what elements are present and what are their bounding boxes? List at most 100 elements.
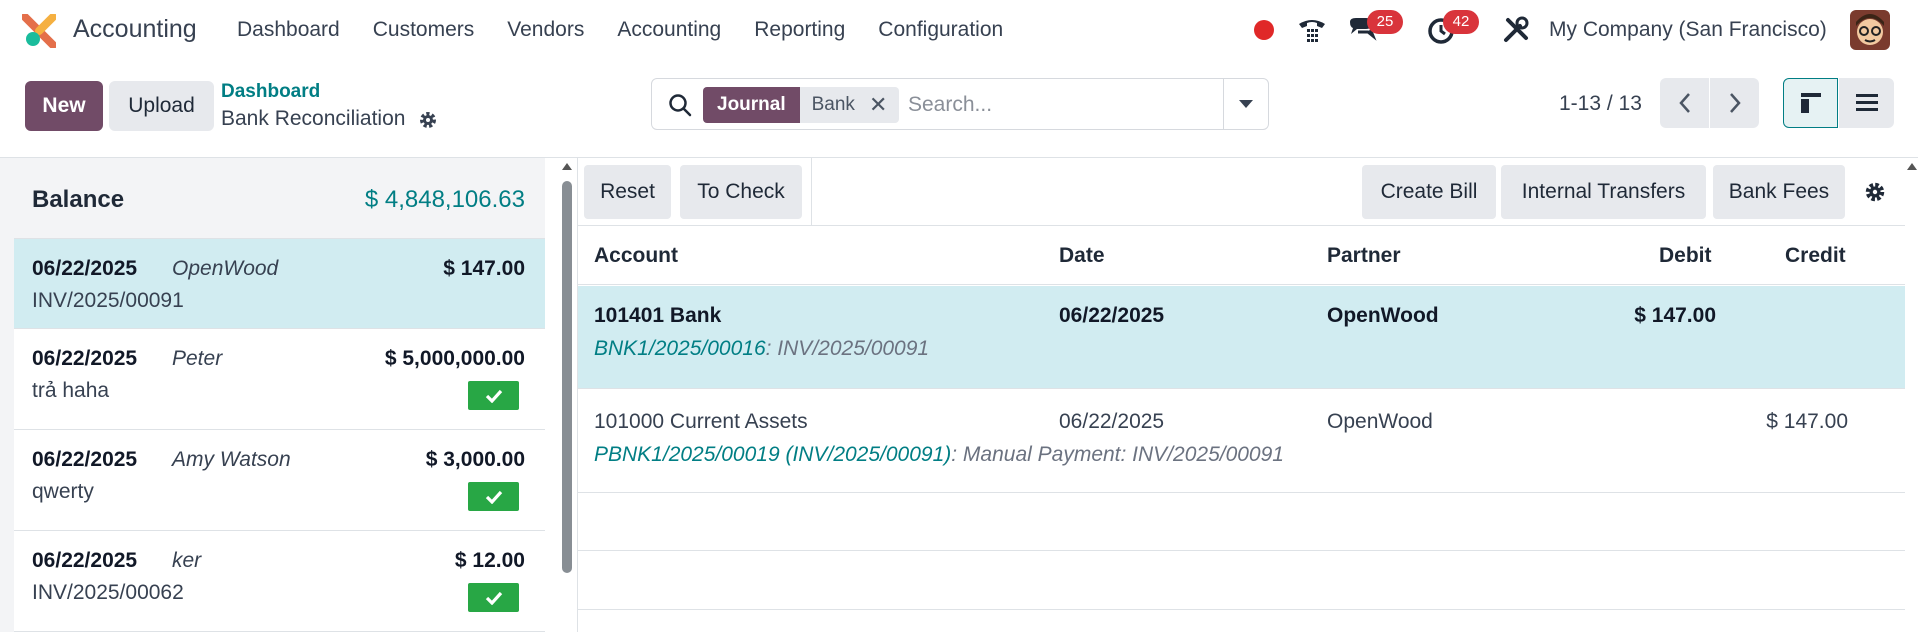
column-account[interactable]: Account: [594, 244, 678, 268]
pager-value[interactable]: 1-13 / 13: [1559, 92, 1642, 116]
action-gear-icon[interactable]: [418, 110, 438, 130]
line-amount: $ 12.00: [454, 549, 525, 572]
row-description: BNK1/2025/00016: INV/2025/00091: [594, 337, 929, 361]
menu-item-customers[interactable]: Customers: [373, 18, 475, 42]
statement-line-card[interactable]: 06/22/2025 Peter $ 5,000,000.00 trả haha: [14, 329, 545, 430]
column-date[interactable]: Date: [1059, 244, 1105, 268]
statement-line-card[interactable]: 06/22/2025 OpenWood $ 147.00 INV/2025/00…: [14, 238, 545, 329]
line-date: 06/22/2025: [32, 347, 138, 370]
line-partner: ker: [172, 549, 202, 572]
row-partner: OpenWood: [1327, 304, 1439, 327]
upload-button[interactable]: Upload: [109, 81, 214, 131]
balance-amount: $ 4,848,106.63: [364, 186, 525, 213]
statement-lines-panel: Balance $ 4,848,106.63 06/22/2025 OpenWo…: [0, 158, 545, 632]
line-partner: Amy Watson: [172, 448, 291, 471]
scroll-up-arrow-icon[interactable]: [1907, 163, 1917, 170]
statement-lines-list: 06/22/2025 OpenWood $ 147.00 INV/2025/00…: [14, 238, 545, 632]
menu-item-vendors[interactable]: Vendors: [507, 18, 584, 42]
menu-item-accounting[interactable]: Accounting: [617, 18, 721, 42]
toolbar-divider: [811, 158, 812, 226]
column-credit[interactable]: Credit: [1785, 244, 1846, 268]
messages-badge: 25: [1367, 10, 1403, 34]
reconciled-check-icon: [468, 381, 519, 410]
row-move-link[interactable]: PBNK1/2025/00019 (INV/2025/00091): [594, 443, 951, 466]
search-facet-journal: Journal Bank ✕: [703, 87, 900, 123]
column-debit[interactable]: Debit: [1659, 244, 1712, 268]
new-button[interactable]: New: [25, 81, 103, 131]
app-name[interactable]: Accounting: [73, 15, 197, 44]
chevron-down-icon: [1239, 100, 1253, 108]
reconciled-check-icon: [468, 482, 519, 511]
line-amount: $ 3,000.00: [425, 448, 525, 471]
main-menu: Dashboard Customers Vendors Accounting R…: [237, 18, 1036, 42]
row-note: : Manual Payment: INV/2025/00091: [951, 443, 1284, 466]
chevron-right-icon: [1729, 93, 1741, 113]
accounting-app-icon[interactable]: [22, 14, 56, 48]
internal-transfers-button[interactable]: Internal Transfers: [1501, 165, 1706, 219]
line-partner: Peter: [172, 347, 223, 370]
kanban-icon: [1800, 93, 1821, 113]
phone-icon[interactable]: [1296, 14, 1328, 46]
statement-line-card[interactable]: 06/22/2025 Amy Watson $ 3,000.00 qwerty: [14, 430, 545, 531]
search-options-toggle[interactable]: [1223, 79, 1268, 129]
pager-next-button[interactable]: [1710, 78, 1759, 128]
menu-item-configuration[interactable]: Configuration: [878, 18, 1003, 42]
reconcile-toolbar: Reset To Check Create Bill Internal Tran…: [578, 158, 1905, 226]
page-title: Bank Reconciliation: [221, 107, 406, 130]
row-date: 06/22/2025: [1059, 410, 1165, 433]
search-bar: Journal Bank ✕: [651, 78, 1269, 130]
statement-line-card[interactable]: 06/22/2025 ker $ 12.00 INV/2025/00062: [14, 531, 545, 632]
search-icon[interactable]: [667, 92, 693, 118]
row-credit: $ 147.00: [1766, 410, 1848, 433]
company-switcher[interactable]: My Company (San Francisco): [1549, 18, 1827, 42]
facet-value-text: Bank: [811, 94, 855, 115]
right-panel-scrollbar[interactable]: [1904, 158, 1918, 632]
line-amount: $ 147.00: [443, 257, 525, 280]
balance-label: Balance: [32, 186, 125, 213]
list-icon: [1855, 94, 1878, 111]
breadcrumb-dashboard[interactable]: Dashboard: [221, 81, 320, 103]
create-bill-button[interactable]: Create Bill: [1362, 165, 1496, 219]
line-amount: $ 5,000,000.00: [384, 347, 525, 370]
scroll-thumb[interactable]: [562, 181, 572, 573]
list-view-button[interactable]: [1839, 78, 1894, 128]
scroll-up-arrow-icon[interactable]: [562, 163, 572, 170]
facet-close-icon[interactable]: ✕: [869, 87, 887, 123]
column-partner[interactable]: Partner: [1327, 244, 1401, 268]
row-account: 101401 Bank: [594, 304, 722, 327]
empty-table-row: [578, 493, 1905, 551]
table-row[interactable]: 101000 Current Assets 06/22/2025 OpenWoo…: [578, 389, 1905, 493]
line-partner: OpenWood: [172, 257, 279, 280]
table-header: Account Date Partner Debit Credit: [578, 226, 1905, 285]
row-date: 06/22/2025: [1059, 304, 1165, 327]
search-input[interactable]: [908, 91, 1208, 119]
to-check-button[interactable]: To Check: [680, 165, 802, 219]
settings-gear-icon[interactable]: [1864, 181, 1886, 203]
row-move-link[interactable]: BNK1/2025/00016: [594, 337, 766, 360]
facet-label: Journal: [703, 87, 800, 123]
activities-badge: 42: [1443, 10, 1479, 34]
row-note: : INV/2025/00091: [765, 337, 930, 360]
menu-item-dashboard[interactable]: Dashboard: [237, 18, 340, 42]
row-account: 101000 Current Assets: [594, 410, 808, 433]
line-date: 06/22/2025: [32, 448, 138, 471]
reset-button[interactable]: Reset: [584, 165, 671, 219]
line-reference: trả haha: [32, 379, 110, 402]
facet-value: Bank ✕: [799, 87, 900, 123]
bank-fees-button[interactable]: Bank Fees: [1713, 165, 1845, 219]
line-date: 06/22/2025: [32, 257, 138, 280]
left-panel-scrollbar[interactable]: [560, 158, 573, 632]
table-row[interactable]: 101401 Bank 06/22/2025 OpenWood $ 147.00…: [578, 286, 1905, 389]
top-navbar: Accounting Dashboard Customers Vendors A…: [0, 0, 1918, 62]
recording-indicator-icon[interactable]: [1254, 20, 1274, 40]
debug-tools-icon[interactable]: [1500, 14, 1532, 46]
menu-item-reporting[interactable]: Reporting: [754, 18, 845, 42]
row-description: PBNK1/2025/00019 (INV/2025/00091): Manua…: [594, 443, 1284, 467]
empty-table-row: [578, 551, 1905, 610]
line-reference: qwerty: [32, 480, 94, 503]
user-avatar[interactable]: [1850, 10, 1890, 50]
row-partner: OpenWood: [1327, 410, 1433, 433]
reconciliation-panel: Reset To Check Create Bill Internal Tran…: [577, 158, 1905, 632]
kanban-view-button[interactable]: [1783, 78, 1838, 128]
pager-previous-button[interactable]: [1660, 78, 1709, 128]
